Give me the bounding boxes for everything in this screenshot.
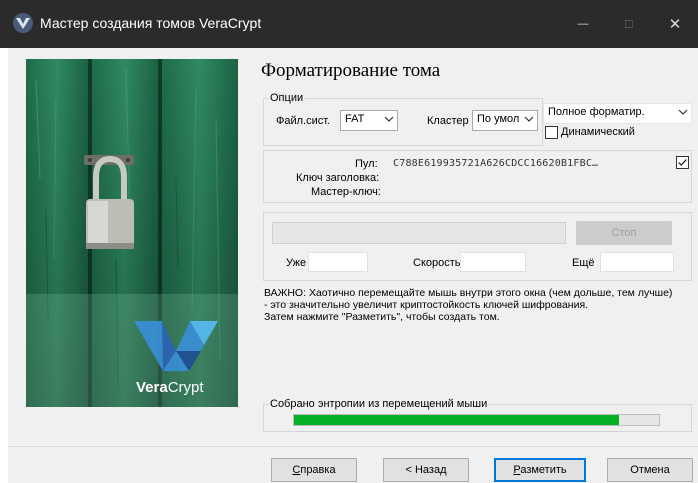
back-button[interactable]: < Назад bbox=[383, 458, 469, 482]
button-divider bbox=[8, 446, 698, 447]
cluster-value: По умол bbox=[477, 113, 520, 125]
pool-label: Пул: bbox=[355, 158, 378, 170]
entropy-meter-fill bbox=[294, 415, 619, 425]
window-title: Мастер создания томов VeraCrypt bbox=[40, 15, 262, 31]
title-bar[interactable]: Мастер создания томов VeraCrypt — ☐ ✕ bbox=[0, 0, 698, 48]
cluster-label: Кластер bbox=[427, 115, 469, 127]
chevron-down-icon bbox=[384, 116, 394, 122]
format-mode-select[interactable]: Полное форматир. bbox=[543, 103, 692, 124]
info-line-3: Затем нажмите "Разметить", чтобы создать… bbox=[264, 311, 500, 323]
options-legend: Опции bbox=[270, 92, 304, 104]
checkmark-icon bbox=[678, 159, 687, 166]
info-line-2: - это значительно увеличит криптостойкос… bbox=[264, 299, 589, 311]
cluster-select[interactable]: По умол bbox=[472, 110, 538, 131]
dynamic-checkbox[interactable] bbox=[545, 126, 558, 139]
format-mode-value: Полное форматир. bbox=[548, 106, 645, 118]
time-left-field bbox=[600, 252, 674, 272]
time-left-label: Ещё bbox=[572, 257, 595, 269]
filesystem-label: Файл.сист. bbox=[276, 115, 331, 127]
close-button[interactable]: ✕ bbox=[652, 0, 698, 48]
entropy-legend: Собрано энтропии из перемещений мыши bbox=[270, 398, 488, 410]
cancel-button[interactable]: Отмена bbox=[607, 458, 693, 482]
door-padlock-picture bbox=[26, 59, 238, 407]
maximize-icon: ☐ bbox=[624, 18, 634, 31]
minimize-button[interactable]: — bbox=[560, 0, 606, 48]
help-button[interactable]: Справка bbox=[271, 458, 357, 482]
close-icon: ✕ bbox=[668, 16, 682, 33]
master-key-label: Мастер-ключ: bbox=[311, 186, 381, 198]
format-progress-bar bbox=[272, 222, 566, 244]
chevron-down-icon bbox=[678, 109, 688, 115]
filesystem-value: FAT bbox=[345, 113, 365, 125]
speed-field bbox=[460, 252, 526, 272]
done-field bbox=[308, 252, 368, 272]
veracrypt-logo-text: VeraCrypt bbox=[136, 379, 204, 396]
format-button[interactable]: Разметить bbox=[494, 458, 586, 482]
dynamic-label: Динамический bbox=[561, 126, 635, 138]
maximize-button[interactable]: ☐ bbox=[606, 0, 652, 48]
show-pool-checkbox[interactable] bbox=[676, 156, 689, 169]
stop-button[interactable]: Стоп bbox=[576, 221, 672, 245]
done-label: Уже bbox=[286, 257, 307, 269]
info-text: ВАЖНО: Хаотично перемещайте мышь внутри … bbox=[264, 287, 696, 323]
entropy-meter bbox=[293, 414, 660, 426]
wizard-side-image: VeraCrypt bbox=[26, 59, 238, 407]
info-line-1: ВАЖНО: Хаотично перемещайте мышь внутри … bbox=[264, 287, 673, 299]
chevron-down-icon bbox=[524, 116, 534, 122]
page-title: Форматирование тома bbox=[261, 60, 441, 81]
speed-label: Скорость bbox=[413, 257, 461, 269]
minimize-icon: — bbox=[577, 18, 589, 30]
veracrypt-app-icon bbox=[13, 13, 33, 33]
filesystem-select[interactable]: FAT bbox=[340, 110, 398, 131]
pool-value: C788E619935721A626CDCC16620B1FBC… bbox=[393, 158, 599, 169]
header-key-label: Ключ заголовка: bbox=[296, 172, 380, 184]
